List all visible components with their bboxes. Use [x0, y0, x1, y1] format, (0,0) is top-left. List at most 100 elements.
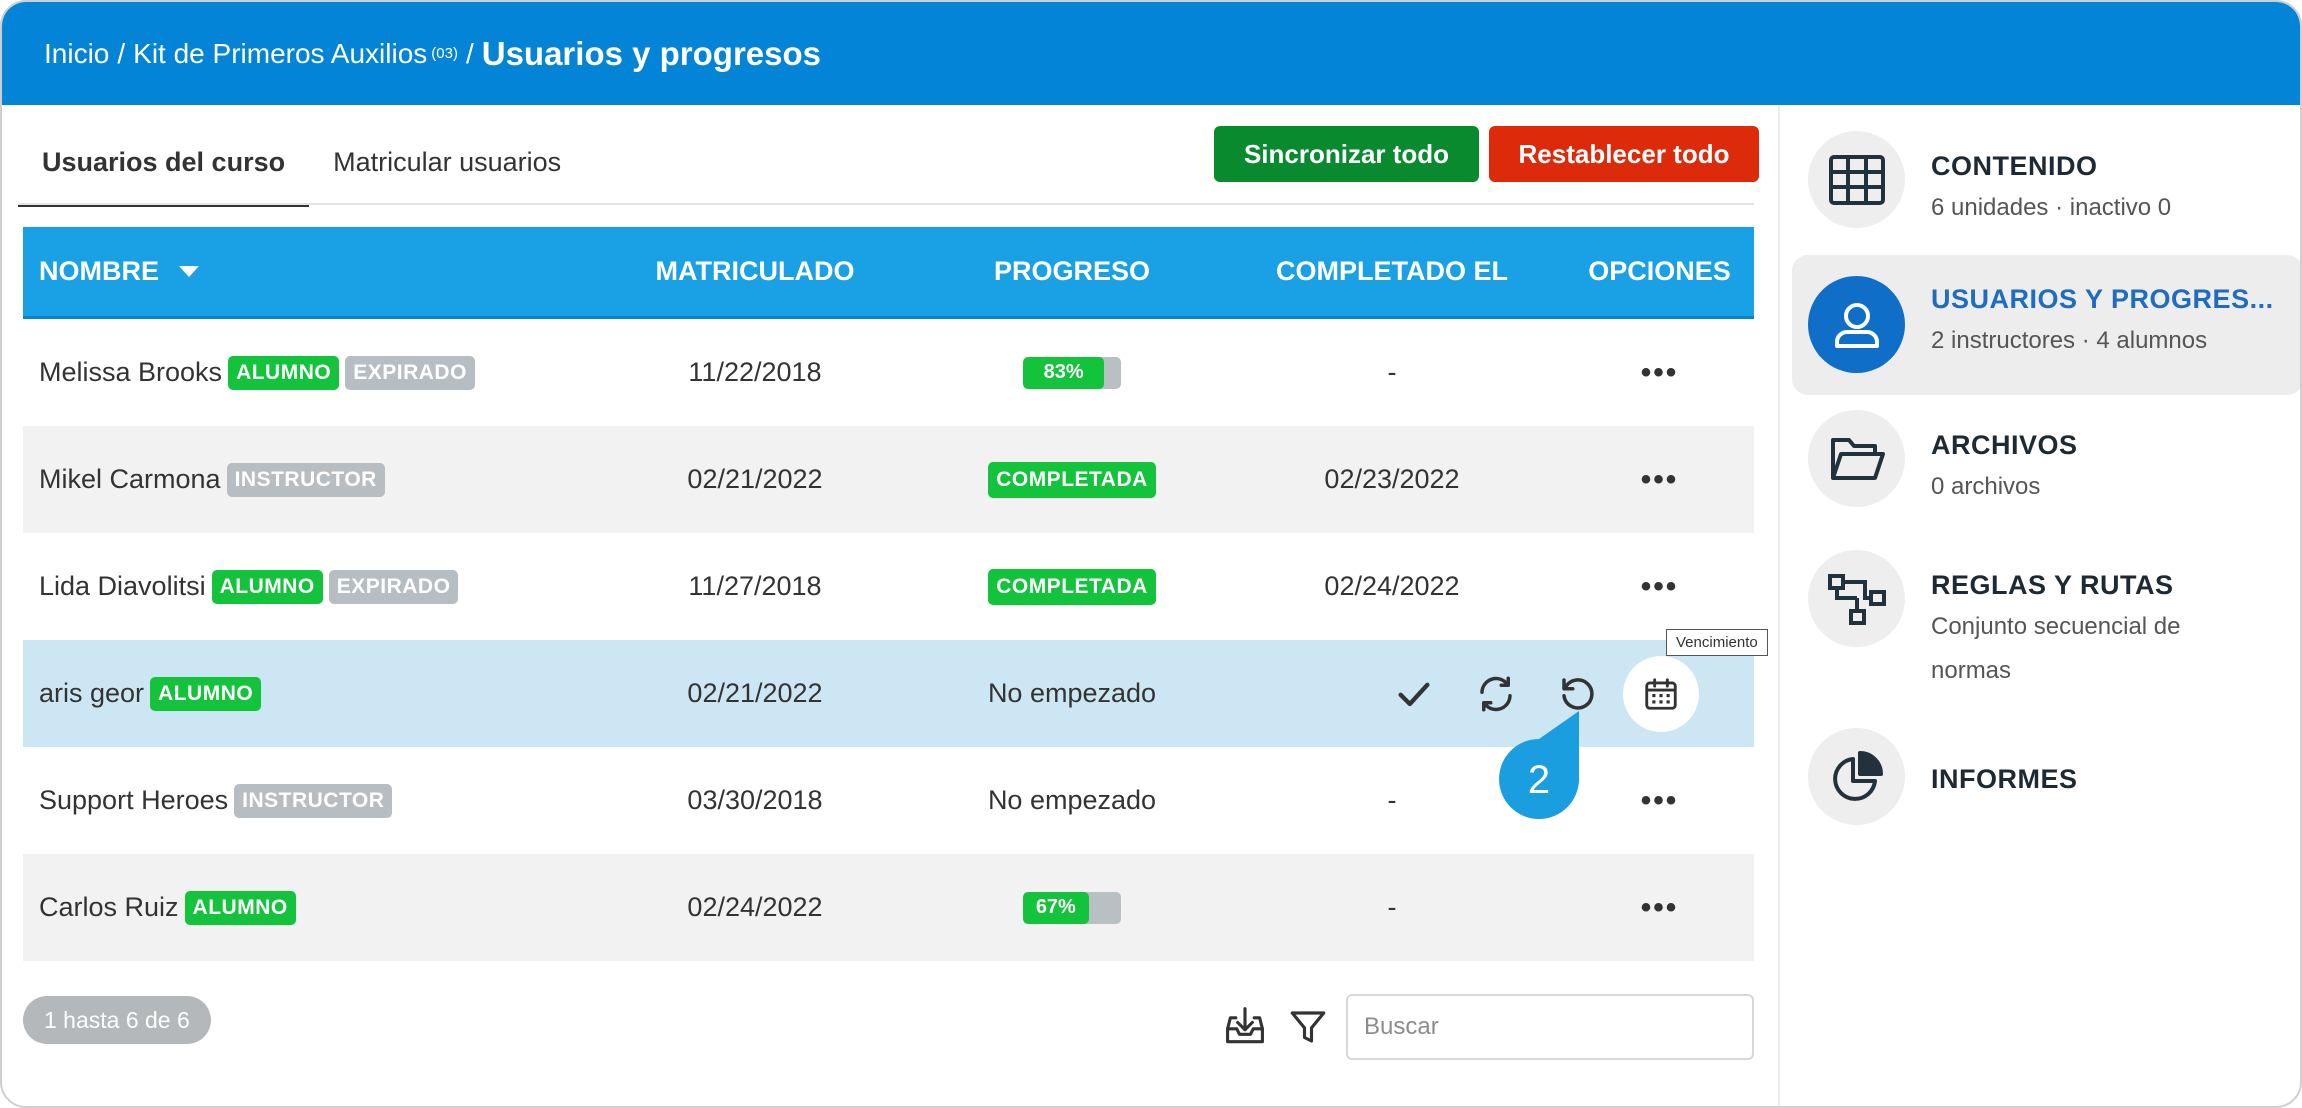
- tabs-divider: [18, 203, 1754, 205]
- role-badge: ALUMNO: [211, 569, 323, 604]
- sidebar-item-subtitle: Conjunto secuencial de normas: [1931, 613, 2181, 684]
- column-header-completed[interactable]: COMPLETADO EL: [1219, 256, 1565, 287]
- user-name[interactable]: Carlos Ruiz: [39, 892, 179, 923]
- sidebar-item-rules[interactable]: REGLAS Y RUTAS Conjunto secuencial de no…: [1792, 550, 2300, 700]
- role-badge: INSTRUCTOR: [234, 783, 393, 818]
- column-header-enrolled[interactable]: MATRICULADO: [585, 256, 925, 287]
- user-name-cell: Melissa Brooks ALUMNO EXPIRADO: [23, 355, 585, 390]
- completed-status-badge: COMPLETADA: [988, 568, 1156, 605]
- role-badge: ALUMNO: [228, 355, 340, 390]
- calendar-icon: [1645, 677, 1677, 710]
- user-name-cell: aris geor ALUMNO: [23, 676, 585, 711]
- column-header-progress[interactable]: PROGRESO: [925, 256, 1219, 287]
- progress-cell: COMPLETADA: [925, 568, 1219, 605]
- sidebar-item-subtitle: 6 unidades · inactivo 0: [1931, 194, 2172, 221]
- grid-icon: [1828, 154, 1885, 205]
- sidebar-item-title: REGLAS Y RUTAS: [1931, 570, 2174, 600]
- filter-icon: [1290, 1011, 1326, 1043]
- sidebar-item-title: INFORMES: [1931, 764, 2078, 794]
- user-name-cell: Lida Diavolitsi ALUMNO EXPIRADO: [23, 569, 585, 604]
- tooltip: Vencimiento: [1666, 629, 1768, 656]
- progress-status: No empezado: [987, 678, 1157, 708]
- sidebar-item-title: ARCHIVOS: [1931, 430, 2078, 460]
- user-name-cell: Carlos Ruiz ALUMNO: [23, 890, 585, 925]
- tab-enroll-users[interactable]: Matricular usuarios: [309, 131, 585, 207]
- mark-complete-button[interactable]: [1373, 653, 1455, 735]
- export-button[interactable]: [1221, 1003, 1269, 1051]
- completed-date: -: [1387, 892, 1397, 922]
- breadcrumb-separator: /: [465, 37, 474, 69]
- filter-button[interactable]: [1284, 1003, 1332, 1051]
- options-cell: •••: [1565, 356, 1754, 390]
- folder-icon-wrap: [1808, 410, 1905, 507]
- user-icon-wrap: [1808, 276, 1905, 373]
- reset-icon: [1562, 677, 1594, 710]
- sidebar-item-subtitle: 2 instructores · 4 alumnos: [1931, 327, 2208, 354]
- progress-label: 83%: [1043, 361, 1084, 383]
- more-options-icon[interactable]: •••: [1641, 463, 1679, 497]
- breadcrumb-course[interactable]: Kit de Primeros Auxilios: [133, 38, 427, 70]
- enrolled-date: 11/22/2018: [688, 357, 822, 387]
- due-date-button[interactable]: [1623, 655, 1699, 732]
- path-icon-wrap: [1808, 550, 1905, 647]
- more-options-icon[interactable]: •••: [1641, 570, 1679, 604]
- grid-icon-wrap: [1808, 131, 1905, 228]
- options-cell: •••: [1565, 784, 1754, 818]
- role-badge: ALUMNO: [184, 890, 296, 925]
- expired-badge: EXPIRADO: [345, 355, 475, 390]
- users-table: NOMBRE MATRICULADO PROGRESO COMPLETADO E…: [23, 227, 1754, 961]
- table-row[interactable]: Carlos Ruiz ALUMNO 02/24/2022 67% - •••: [23, 854, 1754, 961]
- sidebar-item-files[interactable]: ARCHIVOS 0 archivos: [1792, 410, 2300, 516]
- more-options-icon[interactable]: •••: [1641, 356, 1679, 390]
- more-options-icon[interactable]: •••: [1641, 784, 1679, 818]
- breadcrumb: Inicio / Kit de Primeros Auxilios (03) /…: [2, 2, 2300, 105]
- reset-all-button[interactable]: Restablecer todo: [1489, 126, 1759, 182]
- breadcrumb-separator: /: [117, 37, 126, 69]
- sidebar-item-reports[interactable]: INFORMES: [1792, 728, 2300, 840]
- tab-bar: Usuarios del curso Matricular usuarios: [18, 131, 585, 207]
- table-row[interactable]: Lida Diavolitsi ALUMNO EXPIRADO 11/27/20…: [23, 533, 1754, 640]
- progress-label: 67%: [1035, 896, 1076, 918]
- options-cell: •••: [1565, 891, 1754, 925]
- progress-cell: 83%: [925, 356, 1219, 389]
- enrolled-date: 02/24/2022: [687, 892, 823, 922]
- enrolled-date: 02/21/2022: [687, 678, 823, 708]
- breadcrumb-home[interactable]: Inicio: [44, 38, 109, 70]
- app-window: Inicio / Kit de Primeros Auxilios (03) /…: [0, 0, 2302, 1108]
- sidebar-item-users[interactable]: USUARIOS Y PROGRES... 2 instructores · 4…: [1792, 255, 2300, 395]
- table-row[interactable]: Support Heroes INSTRUCTOR 03/30/2018 No …: [23, 747, 1754, 854]
- sidebar-item-subtitle: 0 archivos: [1931, 473, 2041, 500]
- options-cell: •••: [1565, 570, 1754, 604]
- column-header-name[interactable]: NOMBRE: [23, 256, 585, 287]
- pagination-info: 1 hasta 6 de 6: [23, 996, 211, 1044]
- progress-status: No empezado: [987, 785, 1157, 815]
- sync-all-button[interactable]: Sincronizar todo: [1214, 126, 1479, 182]
- role-badge: ALUMNO: [150, 676, 262, 711]
- sidebar-item-content[interactable]: CONTENIDO 6 unidades · inactivo 0: [1792, 131, 2300, 237]
- more-options-icon[interactable]: •••: [1641, 891, 1679, 925]
- page-title: Usuarios y progresos: [481, 34, 822, 72]
- enrolled-date: 02/21/2022: [687, 464, 823, 494]
- progress-cell: COMPLETADA: [925, 461, 1219, 498]
- step-marker-number: 2: [1528, 758, 1550, 802]
- user-name[interactable]: Melissa Brooks: [39, 357, 222, 388]
- search-input[interactable]: [1346, 994, 1754, 1060]
- user-name[interactable]: Mikel Carmona: [39, 464, 221, 495]
- progress-bar: 83%: [1023, 356, 1121, 389]
- table-row[interactable]: Mikel Carmona INSTRUCTOR 02/21/2022 COMP…: [23, 426, 1754, 533]
- enrolled-date: 03/30/2018: [687, 785, 823, 815]
- tab-course-users[interactable]: Usuarios del curso: [18, 131, 310, 207]
- table-header: NOMBRE MATRICULADO PROGRESO COMPLETADO E…: [23, 227, 1754, 319]
- user-name[interactable]: Support Heroes: [39, 785, 228, 816]
- sort-down-icon[interactable]: [179, 266, 199, 277]
- table-row[interactable]: Melissa Brooks ALUMNO EXPIRADO 11/22/201…: [23, 319, 1754, 426]
- user-name[interactable]: aris geor: [39, 678, 144, 709]
- progress-cell: 67%: [925, 891, 1219, 924]
- table-row-hovered[interactable]: aris geor ALUMNO 02/21/2022 No empezado: [23, 640, 1754, 747]
- pie-chart-icon: [1832, 750, 1883, 801]
- pie-chart-icon-wrap: [1808, 728, 1905, 825]
- completed-status-badge: COMPLETADA: [988, 461, 1156, 498]
- column-header-options: OPCIONES: [1588, 256, 1731, 286]
- user-name[interactable]: Lida Diavolitsi: [39, 571, 206, 602]
- completed-date: 02/23/2022: [1324, 464, 1460, 494]
